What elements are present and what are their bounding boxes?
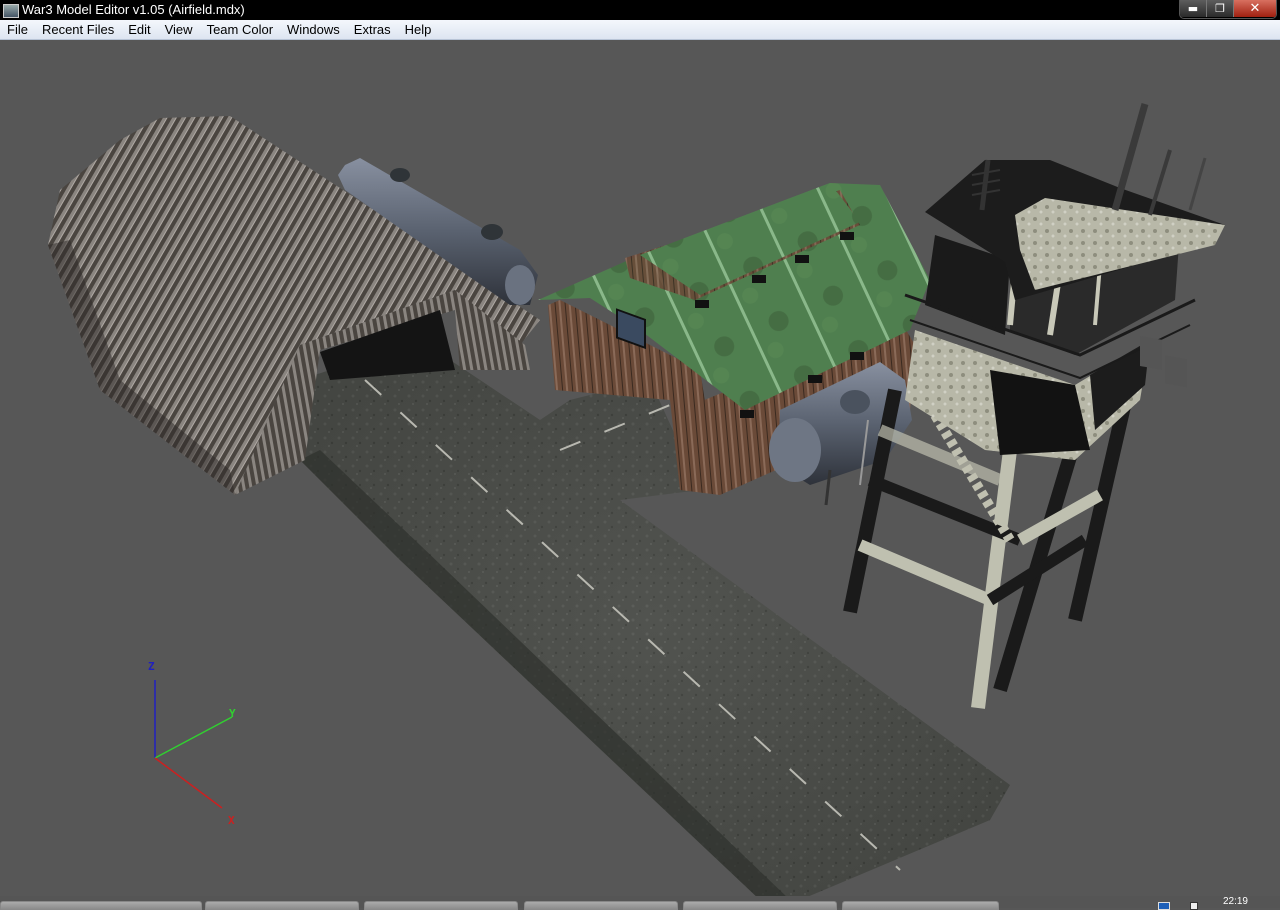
- y-axis-line: [154, 716, 233, 759]
- title-bar[interactable]: War3 Model Editor v1.05 (Airfield.mdx) ▬…: [0, 0, 1280, 20]
- menu-help[interactable]: Help: [398, 20, 439, 39]
- menu-file[interactable]: File: [0, 20, 35, 39]
- x-axis-label: X: [228, 814, 235, 827]
- window-title: War3 Model Editor v1.05 (Airfield.mdx): [22, 2, 245, 17]
- clock[interactable]: 22:19: [1223, 896, 1248, 908]
- menu-windows[interactable]: Windows: [280, 20, 347, 39]
- taskbar-button[interactable]: [683, 901, 837, 910]
- minimize-button[interactable]: ▬: [1180, 0, 1207, 17]
- taskbar-button[interactable]: [524, 901, 678, 910]
- taskbar-button[interactable]: [364, 901, 518, 910]
- window-controls: ▬ ❐ ✕: [1179, 0, 1277, 19]
- close-button[interactable]: ✕: [1234, 0, 1276, 17]
- taskbar: 22:19: [0, 896, 1280, 910]
- taskbar-button[interactable]: [842, 901, 999, 910]
- y-axis-label: Y: [229, 707, 236, 720]
- menu-view[interactable]: View: [158, 20, 200, 39]
- x-axis-line: [154, 757, 223, 809]
- axis-gizmo: Z Y X: [148, 660, 236, 827]
- battery-icon[interactable]: [1190, 902, 1198, 910]
- app-icon[interactable]: [3, 4, 19, 18]
- menu-recent-files[interactable]: Recent Files: [35, 20, 121, 39]
- minimize-icon: ▬: [1187, 2, 1199, 15]
- maximize-button[interactable]: ❐: [1207, 0, 1234, 17]
- menu-team-color[interactable]: Team Color: [200, 20, 280, 39]
- taskbar-button[interactable]: [0, 901, 202, 910]
- menu-bar: File Recent Files Edit View Team Color W…: [0, 20, 1280, 40]
- scene-render: Z Y X: [48, 103, 1225, 896]
- restore-icon: ❐: [1215, 2, 1225, 15]
- z-axis-label: Z: [148, 660, 155, 673]
- close-icon: ✕: [1249, 1, 1261, 16]
- menu-edit[interactable]: Edit: [121, 20, 157, 39]
- 3d-viewport[interactable]: Z Y X: [0, 40, 1280, 896]
- network-icon[interactable]: [1158, 902, 1170, 910]
- menu-extras[interactable]: Extras: [347, 20, 398, 39]
- taskbar-button[interactable]: [205, 901, 359, 910]
